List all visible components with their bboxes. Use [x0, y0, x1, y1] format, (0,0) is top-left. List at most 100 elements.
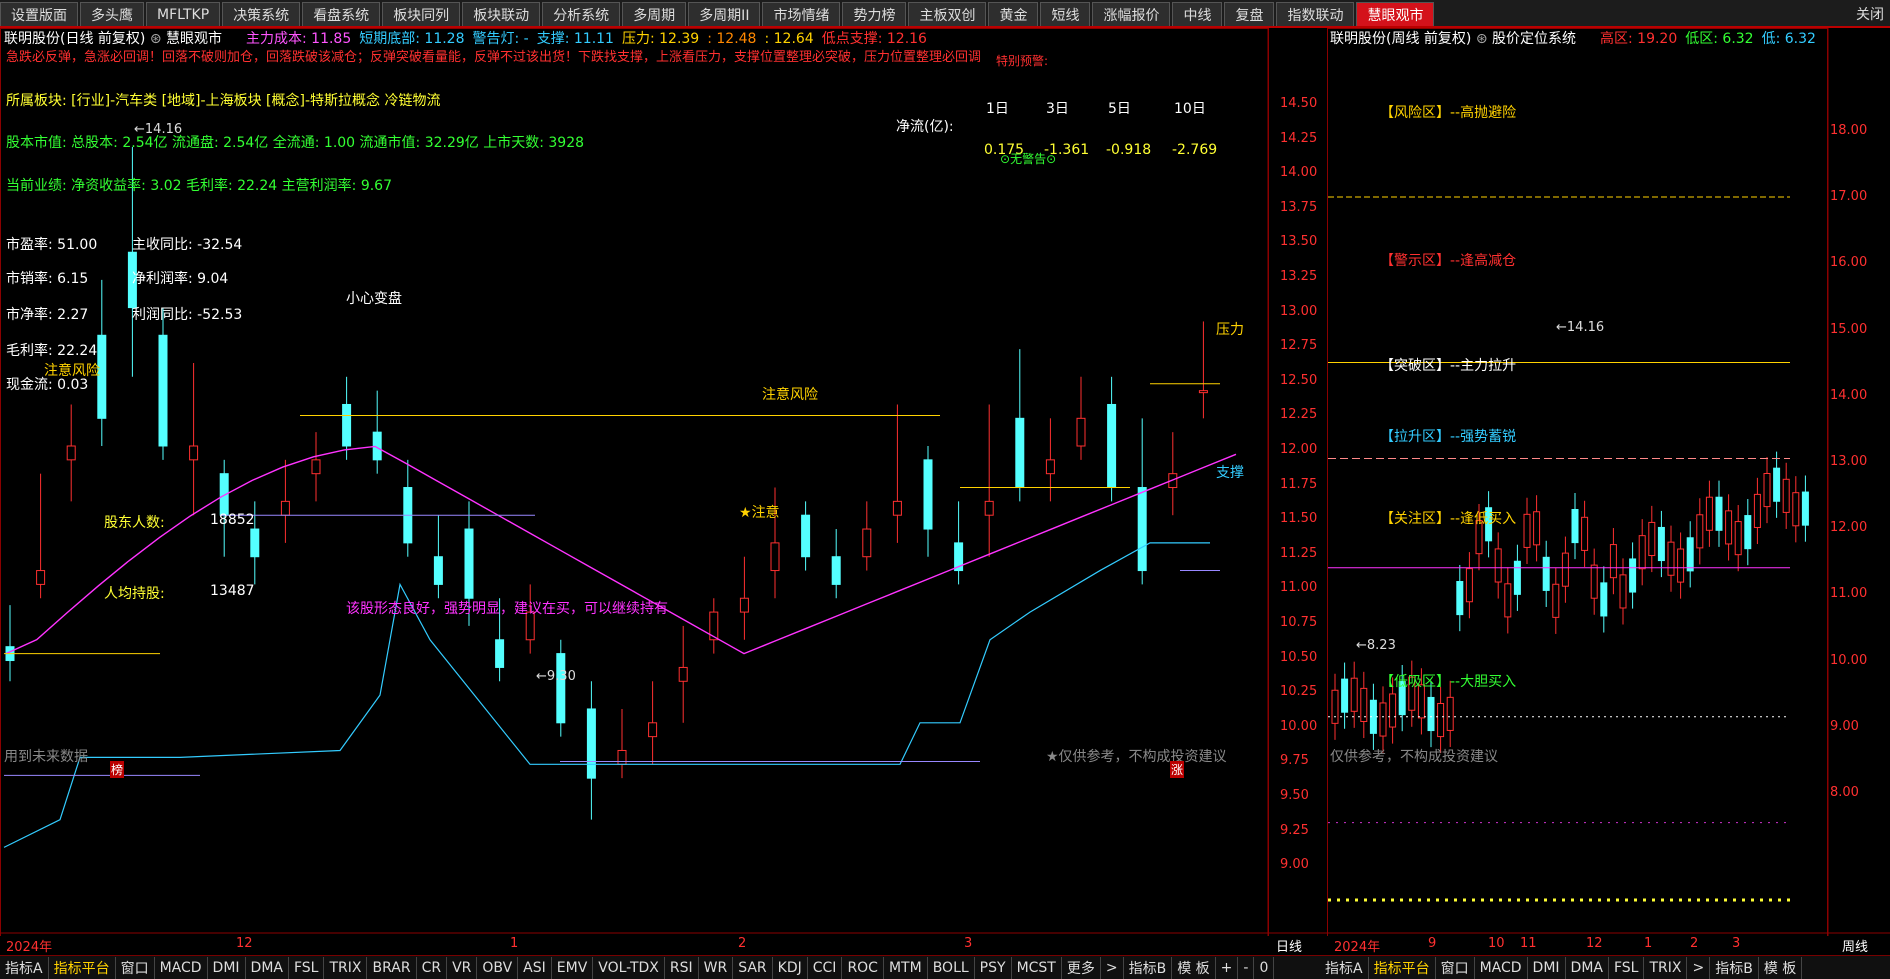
tab-5[interactable]: 板块同列 — [382, 2, 461, 26]
tab-15[interactable]: 涨幅报价 — [1092, 2, 1171, 26]
low-price-value: 9.30 — [546, 669, 576, 684]
tab-6[interactable]: 板块联动 — [462, 2, 541, 26]
right-period-label[interactable]: 周线 — [1842, 936, 1868, 955]
dropdown-icon[interactable]: ⊛ — [150, 31, 162, 47]
bottom-tab-3[interactable]: MACD — [155, 956, 208, 979]
bottom-tab-18[interactable]: KDJ — [773, 956, 808, 979]
bottom-right-tab-2[interactable]: 窗口 — [1436, 956, 1475, 979]
tab-14[interactable]: 短线 — [1040, 2, 1091, 26]
bottom-tab-22[interactable]: BOLL — [928, 956, 975, 979]
flow-header-0: 1日 — [986, 101, 1009, 117]
bottom-tab-27[interactable]: 指标B — [1124, 956, 1173, 979]
bottom-tab-0[interactable]: 指标A — [0, 956, 49, 979]
high-price-mark: ←14.16 — [134, 122, 183, 137]
bottom-tab-13[interactable]: EMV — [552, 956, 594, 979]
bottom-indicator-bar: 指标A 指标平台 窗口 MACD DMI DMA FSL TRIX BRAR CR VR OBV ASI… — [0, 955, 1890, 979]
tab-0[interactable]: 设置版面 — [0, 2, 78, 26]
bottom-tab-20[interactable]: ROC — [842, 956, 884, 979]
bottom-tab-17[interactable]: SAR — [733, 956, 773, 979]
left-chart-title: 联明股份(日线 前复权) ⊛ 慧眼观市 — [4, 28, 222, 48]
bottom-tab-16[interactable]: WR — [699, 956, 734, 979]
left-indicator-tabs: 指标A 指标平台 窗口 MACD DMI DMA FSL TRIX BRAR CR VR OBV ASI… — [0, 956, 1320, 979]
bottom-right-tab-0[interactable]: 指标A — [1320, 956, 1369, 979]
right-y-tick: 10.00 — [1830, 652, 1868, 668]
bottom-tab-31[interactable]: 0 — [1254, 956, 1275, 979]
rank-badge[interactable]: 榜 — [110, 761, 125, 778]
bottom-tab-11[interactable]: OBV — [477, 956, 519, 979]
bottom-tab-14[interactable]: VOL-TDX — [593, 956, 665, 979]
tab-8[interactable]: 多周期 — [622, 2, 687, 26]
tab-13[interactable]: 黄金 — [988, 2, 1039, 26]
bottom-tab-25[interactable]: 更多 — [1062, 956, 1101, 979]
left-panel-frame — [0, 28, 1269, 937]
right-y-tick: 16.00 — [1830, 255, 1868, 271]
bottom-tab-7[interactable]: TRIX — [324, 956, 368, 979]
bottom-tab-12[interactable]: ASI — [518, 956, 552, 979]
bottom-right-tab-10[interactable]: 模 板 — [1759, 956, 1803, 979]
flow-value-2: -0.918 — [1106, 142, 1152, 158]
candle-body — [770, 542, 780, 572]
bottom-tab-9[interactable]: CR — [417, 956, 448, 979]
right-x-label: 10 — [1488, 936, 1505, 951]
bottom-tab-24[interactable]: MCST — [1012, 956, 1062, 979]
bottom-tab-4[interactable]: DMI — [208, 956, 246, 979]
bottom-tab-21[interactable]: MTM — [884, 956, 928, 979]
right-y-tick: 12.00 — [1830, 520, 1868, 536]
tab-4[interactable]: 看盘系统 — [302, 2, 381, 26]
weekly-candle-body — [1350, 677, 1358, 712]
candle-body — [862, 528, 872, 558]
weekly-candle-body — [1657, 526, 1665, 562]
tab-1[interactable]: 多头鹰 — [80, 2, 144, 26]
tab-17[interactable]: 复盘 — [1224, 2, 1275, 26]
candle-body — [1015, 417, 1025, 489]
bottom-right-tab-3[interactable]: MACD — [1475, 956, 1528, 979]
bottom-tab-1[interactable]: 指标平台 — [49, 956, 116, 979]
left-period-label[interactable]: 日线 — [1276, 936, 1302, 955]
bottom-tab-23[interactable]: PSY — [975, 956, 1012, 979]
tab-16[interactable]: 中线 — [1172, 2, 1223, 26]
tab-9[interactable]: 多周期II — [688, 2, 761, 26]
right-y-tick: 14.00 — [1830, 387, 1868, 403]
bottom-tab-26[interactable]: > — [1101, 956, 1124, 979]
pressure-label: 压力 — [1216, 322, 1244, 338]
tab-7[interactable]: 分析系统 — [542, 2, 621, 26]
bottom-tab-2[interactable]: 窗口 — [116, 956, 155, 979]
bottom-right-tab-8[interactable]: > — [1687, 956, 1711, 979]
bottom-tab-5[interactable]: DMA — [246, 956, 289, 979]
bottom-right-tab-9[interactable]: 指标B — [1710, 956, 1759, 979]
bottom-right-tab-6[interactable]: FSL — [1609, 956, 1645, 979]
tab-12[interactable]: 主板双创 — [908, 2, 987, 26]
bottom-tab-15[interactable]: RSI — [665, 956, 699, 979]
bottom-right-tab-7[interactable]: TRIX — [1644, 956, 1688, 979]
weekly-candle-body — [1715, 496, 1723, 531]
bottom-right-tab-5[interactable]: DMA — [1566, 956, 1609, 979]
bottom-tab-30[interactable]: - — [1238, 956, 1255, 979]
candle-body — [342, 403, 352, 447]
tab-11[interactable]: 势力榜 — [842, 2, 907, 26]
tab-3[interactable]: 决策系统 — [222, 2, 301, 26]
right-dropdown-icon[interactable]: ⊛ — [1476, 31, 1488, 47]
weekly-candle-body — [1581, 516, 1589, 551]
bottom-right-tab-4[interactable]: DMI — [1528, 956, 1566, 979]
right-title-text: 联明股份(周线 前复权) — [1330, 31, 1472, 47]
tab-18[interactable]: 指数联动 — [1276, 2, 1355, 26]
bottom-tab-28[interactable]: 模 板 — [1172, 956, 1216, 979]
bottom-tab-29[interactable]: + — [1216, 956, 1239, 979]
candle-body — [678, 666, 688, 682]
left-title-text: 联明股份(日线 前复权) — [4, 31, 146, 47]
bottom-right-tab-1[interactable]: 指标平台 — [1369, 956, 1436, 979]
bottom-tab-6[interactable]: FSL — [289, 956, 325, 979]
close-button[interactable]: 关闭 — [1856, 4, 1884, 24]
bottom-tab-10[interactable]: VR — [447, 956, 478, 979]
bottom-tab-8[interactable]: BRAR — [367, 956, 417, 979]
weekly-candle-body — [1446, 696, 1454, 731]
tab-19[interactable]: 慧眼观市 — [1356, 2, 1435, 26]
left-header-values: 主力成本: 11.85 短期底部: 11.28 警告灯: - 支撑: 11.11 压力:… — [246, 28, 935, 48]
candle-body — [556, 653, 566, 724]
limit-up-badge[interactable]: 涨 — [1170, 761, 1185, 778]
tab-2[interactable]: MFLTKP — [146, 2, 221, 26]
tab-10[interactable]: 市场情绪 — [762, 2, 841, 26]
bottom-tab-19[interactable]: CCI — [808, 956, 843, 979]
left-y-tick: 11.75 — [1280, 476, 1318, 492]
kline-chart-svg[interactable] — [0, 28, 1890, 937]
